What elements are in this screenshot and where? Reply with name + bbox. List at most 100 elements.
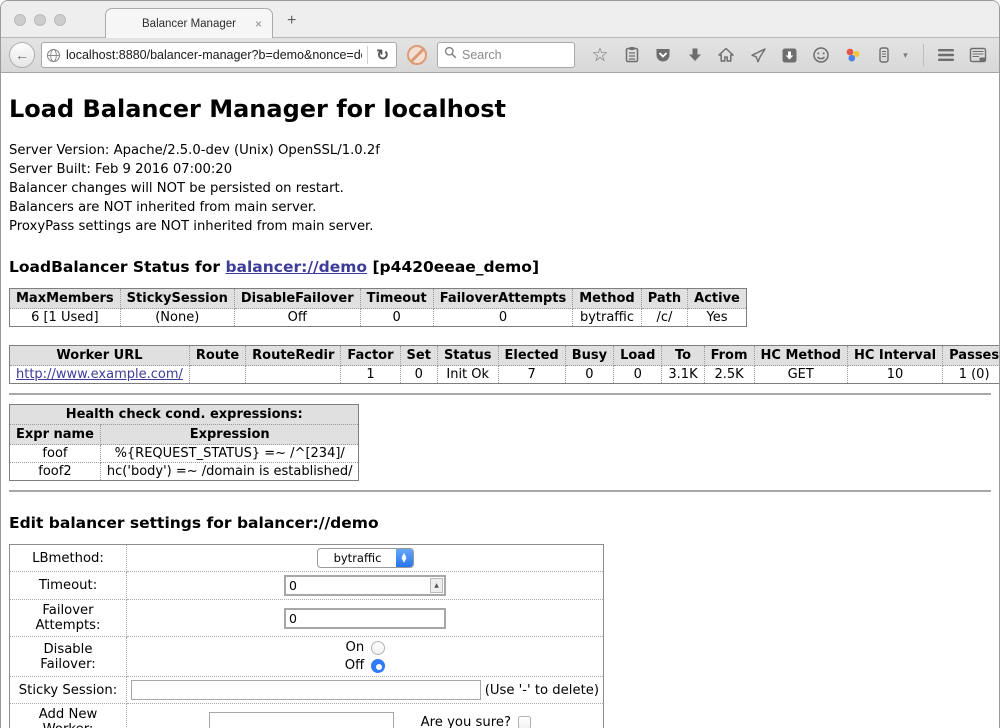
close-window-button[interactable] (14, 14, 26, 26)
forget-smiley-icon[interactable] (808, 42, 834, 68)
cell-passes: 1 (0) (943, 366, 999, 384)
cell-timeout: 0 (360, 309, 433, 327)
divider (9, 490, 991, 492)
search-icon (444, 46, 457, 64)
cell-stickysession: (None) (120, 309, 234, 327)
toolbar-divider (923, 44, 924, 66)
col-routeredir: RouteRedir (246, 346, 341, 366)
cell-factor: 1 (341, 366, 400, 384)
worker-table: Worker URL Route RouteRedir Factor Set S… (9, 345, 999, 384)
add-worker-input[interactable] (209, 712, 394, 728)
col-elected: Elected (498, 346, 565, 366)
disable-failover-off-radio[interactable] (371, 659, 385, 673)
notice-inherit: Balancers are NOT inherited from main se… (9, 198, 991, 217)
url-input[interactable] (66, 48, 362, 62)
server-built: Server Built: Feb 9 2016 07:00:20 (9, 160, 991, 179)
balancer-demo-link[interactable]: balancer://demo (225, 258, 367, 276)
select-stepper-icon: ▲▼ (396, 548, 413, 568)
cell-failoverattempts: 0 (433, 309, 573, 327)
hello-colored-dots-icon[interactable] (840, 42, 866, 68)
minimize-window-button[interactable] (34, 14, 46, 26)
col-status: Status (437, 346, 498, 366)
server-info: Server Version: Apache/2.5.0-dev (Unix) … (9, 141, 991, 236)
cell-expression: %{REQUEST_STATUS} =~ /^[234]/ (100, 445, 359, 463)
sidebar-panel-icon[interactable] (965, 42, 991, 68)
downloads-panel-icon[interactable] (777, 42, 803, 68)
chevron-down-icon[interactable]: ▾ (903, 50, 913, 61)
content-blocked-icon[interactable] (407, 45, 427, 65)
disable-failover-on-radio[interactable] (371, 641, 385, 655)
zoom-window-button[interactable] (54, 14, 66, 26)
search-input[interactable] (462, 48, 552, 62)
sticky-session-hint: (Use '-' to delete) (485, 683, 599, 698)
nav-toolbar: ← ↻ ☆ (1, 37, 999, 73)
new-tab-button[interactable]: + (287, 13, 296, 29)
timeout-value: 0 (286, 578, 430, 593)
back-button[interactable]: ← (9, 42, 35, 68)
lbmethod-selected-value: bytraffic (318, 551, 396, 565)
col-route: Route (189, 346, 245, 366)
sticky-session-input[interactable] (131, 680, 481, 700)
tab-title: Balancer Manager (142, 18, 236, 30)
page-title: Load Balancer Manager for localhost (9, 95, 991, 123)
col-active: Active (688, 289, 747, 309)
bookmark-star-icon[interactable]: ☆ (587, 42, 613, 68)
disable-failover-label: Disable Failover: (10, 637, 127, 677)
lbmethod-select[interactable]: bytraffic ▲▼ (317, 548, 414, 568)
cell-elected: 7 (498, 366, 565, 384)
col-set: Set (400, 346, 437, 366)
reading-list-icon[interactable] (619, 42, 645, 68)
status-heading-suffix: [p4420eeae_demo] (367, 258, 539, 276)
cell-status: Init Ok (437, 366, 498, 384)
are-you-sure-checkbox[interactable] (518, 716, 531, 728)
edit-settings-heading: Edit balancer settings for balancer://de… (9, 514, 991, 532)
col-passes: Passes (943, 346, 999, 366)
table-title-row: Health check cond. expressions: (10, 405, 359, 425)
url-bar[interactable]: ↻ (41, 42, 397, 68)
tab-close-icon[interactable]: × (255, 17, 262, 31)
cell-hc-method: GET (754, 366, 847, 384)
col-factor: Factor (341, 346, 400, 366)
add-worker-label: Add New Worker: (10, 704, 127, 728)
form-row-disable-failover: Disable Failover: On Off (10, 637, 604, 677)
cell-maxmembers: 6 [1 Used] (10, 309, 121, 327)
download-arrow-icon[interactable] (682, 42, 708, 68)
reload-icon[interactable]: ↻ (373, 46, 392, 64)
radio-on-label: On (345, 640, 364, 655)
are-you-sure-label: Are you sure? (421, 715, 511, 728)
number-spinner-icon[interactable]: ▲ (430, 578, 443, 593)
cell-method: bytraffic (573, 309, 641, 327)
tab-balancer-manager[interactable]: Balancer Manager × (105, 8, 273, 38)
cell-path: /c/ (641, 309, 687, 327)
failover-attempts-input[interactable] (284, 608, 446, 629)
cell-set: 0 (400, 366, 437, 384)
cell-to: 3.1K (662, 366, 704, 384)
cell-route (189, 366, 245, 384)
home-icon[interactable] (713, 42, 739, 68)
col-from: From (704, 346, 754, 366)
share-send-icon[interactable] (745, 42, 771, 68)
cell-expression: hc('body') =~ /domain is established/ (100, 463, 359, 481)
urlbar-divider (367, 46, 368, 64)
device-battery-icon[interactable] (871, 42, 897, 68)
balancer-settings-form: LBmethod: bytraffic ▲▼ Timeout: 0 ▲ (9, 544, 604, 728)
timeout-input[interactable]: 0 ▲ (284, 575, 446, 596)
table-row: 6 [1 Used] (None) Off 0 0 bytraffic /c/ … (10, 309, 747, 327)
cell-expr-name: foof (10, 445, 101, 463)
health-table-title: Health check cond. expressions: (10, 405, 359, 425)
worker-url-link[interactable]: http://www.example.com/ (16, 367, 183, 382)
col-expr-name: Expr name (10, 425, 101, 445)
spin-down-icon: ▼ (402, 558, 407, 563)
col-path: Path (641, 289, 687, 309)
col-worker-url: Worker URL (10, 346, 190, 366)
balancer-status-table: MaxMembers StickySession DisableFailover… (9, 288, 747, 327)
pocket-icon[interactable] (650, 42, 676, 68)
divider (9, 393, 991, 395)
col-failoverattempts: FailoverAttempts (433, 289, 573, 309)
page-content: Load Balancer Manager for localhost Serv… (1, 73, 999, 728)
browser-window: Balancer Manager × + ← ↻ ☆ (0, 0, 1000, 728)
form-row-sticky-session: Sticky Session: (Use '-' to delete) (10, 677, 604, 704)
sticky-session-label: Sticky Session: (10, 677, 127, 704)
search-bar[interactable] (437, 42, 575, 68)
menu-hamburger-icon[interactable] (933, 42, 959, 68)
